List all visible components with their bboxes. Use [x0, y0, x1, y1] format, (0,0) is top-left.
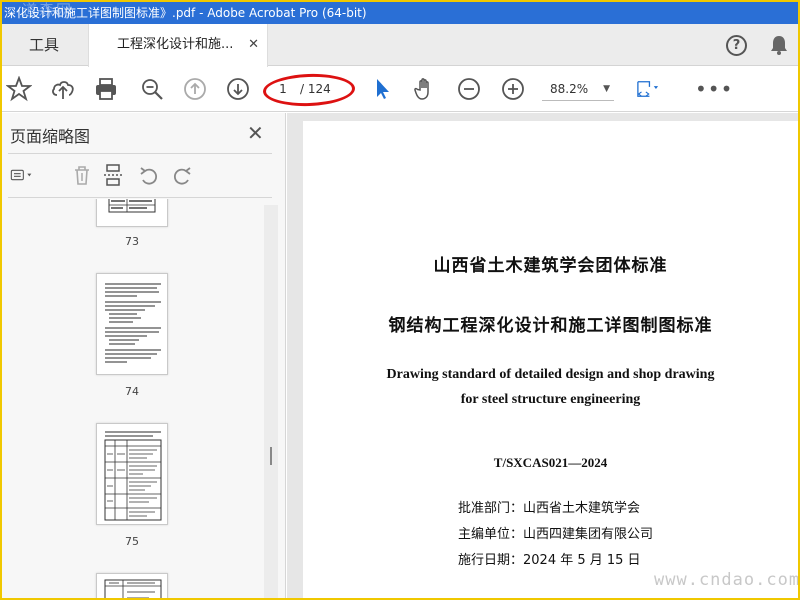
title-bar: 深化设计和施工详图制图标准》.pdf - Adobe Acrobat Pro (… [2, 2, 798, 24]
tab-document[interactable]: 工程深化设计和施... ✕ [88, 24, 268, 67]
main-toolbar: 1 / 124 88.2% ▼ ••• [2, 67, 798, 112]
zoom-out-icon[interactable] [456, 76, 482, 102]
help-icon[interactable]: ? [726, 35, 747, 56]
zoom-in-icon[interactable] [500, 76, 526, 102]
trash-icon[interactable] [70, 163, 96, 189]
zoom-out-magnifier-icon[interactable] [139, 76, 165, 102]
page-thumbnail-75[interactable] [96, 423, 168, 525]
select-cursor-icon[interactable] [369, 76, 395, 102]
chevron-down-icon: ▼ [603, 84, 610, 94]
panel-title: 页面缩略图 [10, 127, 91, 146]
print-icon[interactable] [93, 76, 119, 102]
options-menu-icon[interactable] [10, 163, 46, 189]
page-thumbnail-76[interactable] [96, 573, 168, 598]
fit-page-icon[interactable] [635, 76, 671, 102]
tab-document-label: 工程深化设计和施... [117, 37, 234, 52]
divider [8, 197, 272, 198]
thumbnail-label: 73 [125, 235, 139, 248]
tab-tools[interactable]: 工具 [2, 24, 86, 66]
zoom-level-select[interactable]: 88.2% ▼ [542, 77, 614, 101]
next-page-icon[interactable] [225, 76, 251, 102]
document-view[interactable]: 山西省土木建筑学会团体标准 钢结构工程深化设计和施工详图制图标准 Drawing… [287, 113, 798, 598]
doc-editor: 主编单位：山西四建集团有限公司 [458, 527, 654, 542]
star-icon[interactable] [5, 75, 33, 102]
cloud-upload-icon[interactable] [50, 76, 76, 102]
tab-bar: 工具 工程深化设计和施... ✕ ? [2, 24, 798, 67]
watermark-logo: 道森网 [22, 2, 74, 19]
page-thumbnail-74[interactable] [96, 273, 168, 375]
rotate-left-icon[interactable] [137, 163, 163, 189]
previous-page-icon[interactable] [182, 76, 208, 102]
hand-tool-icon[interactable] [412, 76, 438, 102]
panel-toolbar [2, 157, 286, 195]
doc-standard-code: T/SXCAS021—2024 [493, 455, 608, 470]
doc-effective-date: 施行日期：2024 年 5 月 15 日 [458, 553, 641, 568]
site-watermark: www.cndao.com [654, 570, 798, 590]
doc-title-cn: 钢结构工程深化设计和施工详图制图标准 [388, 316, 713, 336]
app-window: 深化设计和施工详图制图标准》.pdf - Adobe Acrobat Pro (… [2, 2, 798, 598]
doc-approval: 批准部门：山西省土木建筑学会 [458, 501, 641, 516]
pdf-page: 山西省土木建筑学会团体标准 钢结构工程深化设计和施工详图制图标准 Drawing… [303, 121, 798, 598]
thumbnail-label: 75 [125, 535, 139, 548]
divider [8, 153, 272, 154]
rotate-right-icon[interactable] [170, 163, 196, 189]
page-thumbnails-panel: 页面缩略图 ✕ 73 74 75 [2, 113, 286, 598]
page-thumbnail-73[interactable] [96, 199, 168, 227]
scrollbar-grip[interactable] [270, 447, 272, 465]
thumbnail-scrollbar[interactable] [264, 205, 278, 598]
doc-title-org: 山西省土木建筑学会团体标准 [433, 256, 668, 276]
tab-close-icon[interactable]: ✕ [248, 24, 259, 66]
insert-pages-icon[interactable] [102, 163, 128, 189]
zoom-level-value: 88.2% [550, 82, 589, 96]
more-tools-icon[interactable]: ••• [695, 76, 733, 102]
panel-close-icon[interactable]: ✕ [247, 121, 264, 145]
thumbnail-label: 74 [125, 385, 139, 398]
doc-title-en-line2: for steel structure engineering [460, 392, 641, 407]
bell-icon[interactable] [768, 34, 790, 56]
doc-title-en-line1: Drawing standard of detailed design and … [386, 367, 715, 382]
red-annotation-ellipse [262, 72, 356, 108]
thumbnail-list: 73 74 75 [2, 199, 264, 598]
